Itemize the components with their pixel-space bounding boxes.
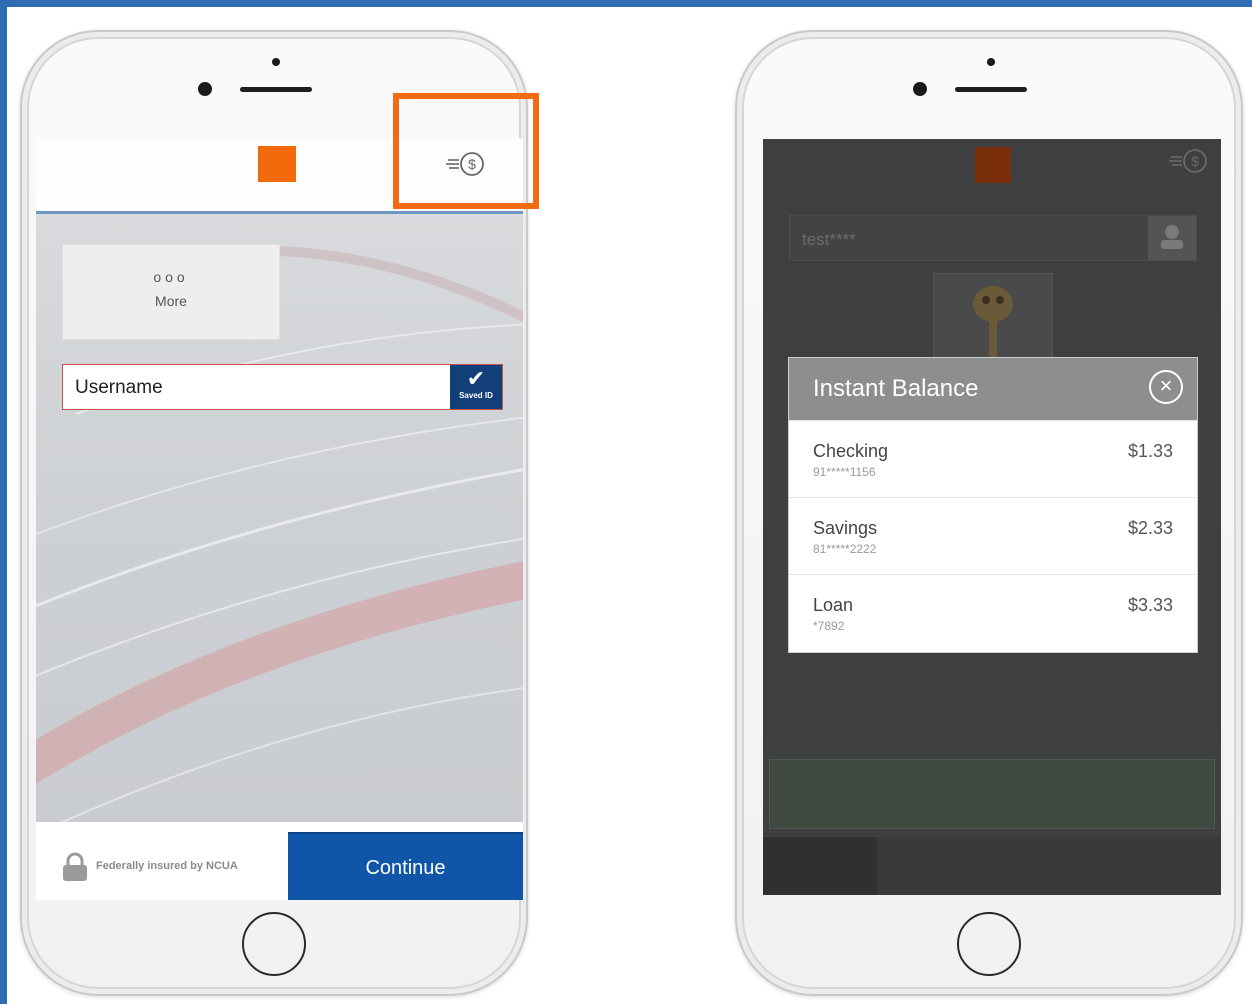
account-name: Checking [813, 441, 889, 461]
account-name: Loan [813, 595, 854, 615]
account-balance: $3.33 [1127, 595, 1173, 615]
bottom-tab-bar [763, 837, 1221, 895]
svg-text:$: $ [1191, 153, 1199, 169]
key-icon [973, 286, 1013, 362]
speaker-grille [240, 87, 312, 92]
tab-rates[interactable] [877, 837, 991, 895]
security-image [933, 273, 1053, 363]
login-background: ooo More Username ✔ Saved ID [36, 214, 523, 822]
tab-login[interactable] [763, 837, 877, 895]
home-button[interactable] [957, 912, 1021, 976]
username-input[interactable]: Username ✔ Saved ID [62, 364, 503, 410]
close-icon[interactable]: × [1149, 370, 1183, 404]
account-number: *7892 [813, 619, 845, 633]
user-switch-button[interactable] [1148, 216, 1196, 260]
account-balance: $2.33 [1127, 518, 1173, 538]
username-value: test**** [802, 230, 856, 249]
right-phone: $ test**** Instant Balance × Checking 91… [735, 30, 1243, 996]
saved-id-toggle[interactable]: ✔ Saved ID [450, 365, 502, 409]
instant-balance-highlight [393, 93, 539, 209]
checkmark-icon: ✔ [466, 366, 486, 391]
account-number: 81*****2222 [813, 542, 877, 556]
instant-balance-icon[interactable]: $ [1169, 147, 1211, 175]
account-row[interactable]: Checking 91*****1156 $1.33 [789, 420, 1197, 496]
home-button[interactable] [242, 912, 306, 976]
dimmed-continue-button [769, 759, 1215, 829]
lock-icon [63, 852, 87, 881]
continue-button[interactable]: Continue [288, 832, 523, 900]
sensor-icon [913, 82, 927, 96]
more-label: More [155, 293, 187, 309]
speaker-grille [955, 87, 1027, 92]
modal-header: Instant Balance × [789, 358, 1197, 420]
right-screen: $ test**** Instant Balance × Checking 91… [763, 139, 1221, 895]
instant-balance-modal: Instant Balance × Checking 91*****1156 $… [789, 358, 1197, 652]
tab-more[interactable] [1105, 837, 1219, 895]
bank-logo [258, 146, 296, 182]
frame-left-border [0, 0, 7, 1004]
username-input[interactable]: test**** [789, 215, 1197, 261]
front-camera-icon [987, 58, 995, 66]
account-name: Savings [813, 518, 878, 538]
account-row[interactable]: Loan *7892 $3.33 [789, 574, 1197, 650]
saved-id-label: Saved ID [459, 391, 493, 400]
account-row[interactable]: Savings 81*****2222 $2.33 [789, 497, 1197, 573]
bank-logo [975, 147, 1011, 183]
modal-title: Instant Balance [813, 375, 979, 402]
more-tile[interactable]: ooo More [62, 244, 280, 340]
user-icon [1161, 225, 1183, 249]
username-placeholder: Username [75, 377, 163, 398]
account-number: 91*****1156 [813, 465, 876, 479]
front-camera-icon [272, 58, 280, 66]
more-dots-icon: ooo [153, 269, 189, 285]
frame-top-border [0, 0, 1252, 7]
login-footer: Federally insured by NCUA Continue [36, 828, 523, 900]
account-balance: $1.33 [1127, 441, 1173, 461]
tab-contact-us[interactable] [991, 837, 1105, 895]
left-screen: $ ooo More Username ✔ Saved ID Federally… [36, 138, 523, 900]
ncua-disclaimer: Federally insured by NCUA [96, 860, 238, 872]
sensor-icon [198, 82, 212, 96]
